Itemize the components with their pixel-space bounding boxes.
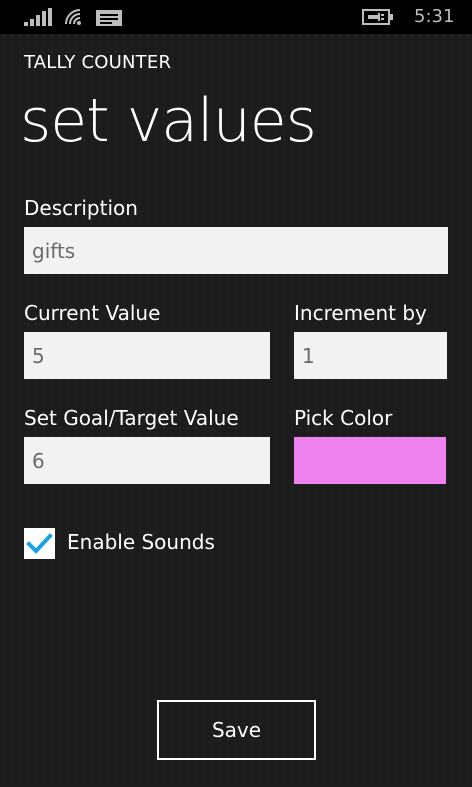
increment-label: Increment by (294, 301, 427, 325)
current-value-label: Current Value (24, 301, 161, 325)
signal-icon (24, 8, 52, 30)
enable-sounds-checkbox[interactable] (24, 528, 55, 559)
description-input[interactable]: gifts (24, 227, 448, 274)
color-picker-swatch[interactable] (294, 437, 446, 484)
enable-sounds-label: Enable Sounds (67, 530, 215, 554)
checkmark-icon (26, 533, 53, 554)
pick-color-label: Pick Color (294, 406, 393, 430)
battery-charging-icon (362, 9, 394, 29)
wifi-icon (64, 8, 86, 30)
goal-input[interactable]: 6 (24, 437, 270, 484)
status-bar: 5:31 (0, 0, 472, 34)
message-icon (96, 10, 122, 30)
page-title: set values (20, 86, 317, 156)
goal-label: Set Goal/Target Value (24, 406, 239, 430)
tally-counter-screen: 5:31 TALLY COUNTER set values Descriptio… (0, 0, 472, 787)
app-title: TALLY COUNTER (24, 52, 172, 73)
current-value-input[interactable]: 5 (24, 332, 270, 379)
increment-input[interactable]: 1 (294, 332, 447, 379)
save-button[interactable]: Save (157, 700, 316, 760)
description-label: Description (24, 196, 138, 220)
clock: 5:31 (414, 6, 455, 27)
